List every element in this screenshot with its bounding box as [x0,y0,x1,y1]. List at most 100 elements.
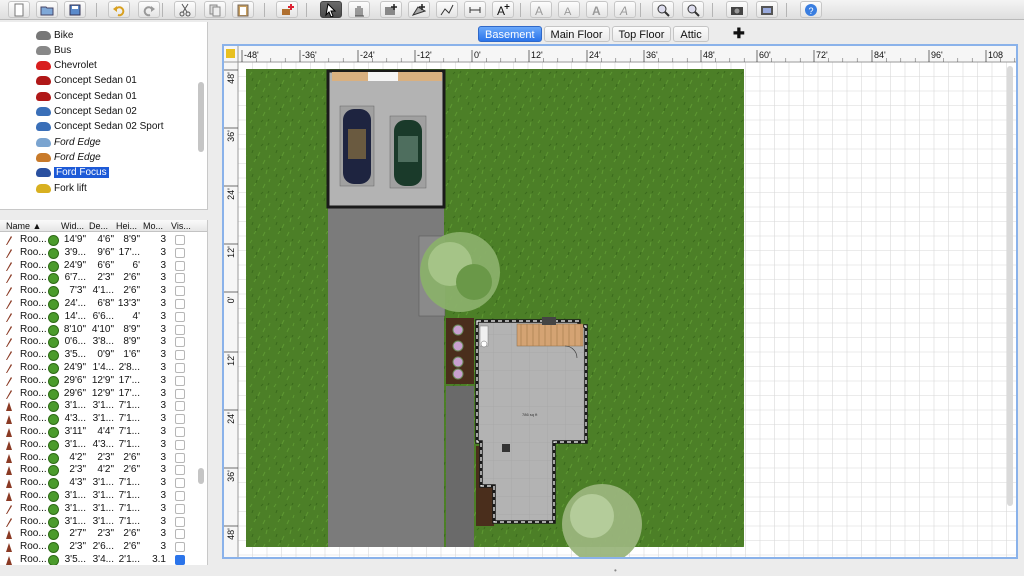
visible-checkbox[interactable] [175,529,185,540]
table-row[interactable]: Roo... 2'7" 2'3" 2'6" 3 [0,528,200,541]
create-video-button[interactable] [756,1,778,18]
visible-checkbox[interactable] [175,555,185,565]
tab-attic[interactable]: Attic [673,26,709,42]
select-pointer-button[interactable] [320,1,342,18]
table-row[interactable]: Roo... 3'1... 3'1... 7'1... 3 [0,400,200,413]
visible-checkbox[interactable] [175,439,185,450]
table-row[interactable]: Roo... 24'9" 6'6" 6' 3 [0,260,200,273]
visible-checkbox[interactable] [175,260,185,271]
cut-button[interactable] [174,1,196,18]
table-row[interactable]: Roo... 7'3" 4'1... 2'6" 3 [0,285,200,298]
tab-basement[interactable]: Basement [478,26,542,42]
column-header[interactable]: Name ▲ [6,221,41,231]
tree-north[interactable] [420,232,500,312]
copy-button[interactable] [204,1,226,18]
table-row[interactable]: Roo... 2'3" 4'2" 2'6" 3 [0,464,200,477]
visible-checkbox[interactable] [175,375,185,386]
table-row[interactable]: Roo... 3'1... 3'1... 7'1... 3 [0,516,200,529]
visible-checkbox[interactable] [175,363,185,373]
redo-button[interactable] [138,1,160,18]
column-header[interactable]: Wid... [61,221,84,231]
tab-top-floor[interactable]: Top Floor [611,26,672,42]
visible-checkbox[interactable] [175,465,185,476]
pan-hand-button[interactable] [348,1,370,18]
visible-checkbox[interactable] [175,516,185,527]
table-row[interactable]: Roo... 3'1... 3'1... 7'1... 3 [0,503,200,516]
visible-checkbox[interactable] [175,427,185,437]
help-button[interactable]: ? [800,1,822,18]
visible-checkbox[interactable] [175,247,185,258]
catalog-item[interactable]: Bus [36,43,71,57]
visible-checkbox[interactable] [175,401,185,412]
visible-checkbox[interactable] [175,273,185,284]
table-row[interactable]: Roo... 3'5... 3'4... 2'1... 3.1 [0,554,200,565]
table-row[interactable]: Roo... 3'1... 4'3... 7'1... 3 [0,439,200,452]
visible-checkbox[interactable] [175,414,185,425]
visible-checkbox[interactable] [175,286,185,297]
create-photo-button[interactable] [726,1,748,18]
side-path[interactable] [446,386,474,547]
new-file-button[interactable] [8,1,30,18]
table-row[interactable]: Roo... 3'5... 0'9" 1'6" 3 [0,349,200,362]
paste-button[interactable] [232,1,254,18]
table-row[interactable]: Roo... 4'3" 3'1... 7'1... 3 [0,477,200,490]
plan-view[interactable]: 786 sq ft -48' -36' -24' -12' 0' 12' 24' 36' 48' 6… [222,44,1018,559]
plan-vertical-scrollbar[interactable] [1007,66,1013,506]
green-sedan[interactable] [389,115,427,189]
table-row[interactable]: Roo... 0'6... 3'8... 8'9" 3 [0,336,200,349]
catalog-item[interactable]: Bike [36,28,73,42]
table-row[interactable]: Roo... 4'3... 3'1... 7'1... 3 [0,413,200,426]
table-row[interactable]: Roo... 3'9... 9'6" 17'... 3 [0,247,200,260]
save-button[interactable] [64,1,86,18]
dark-sedan[interactable] [339,105,375,187]
increase-text-button[interactable]: A [530,1,552,18]
bold-text-button[interactable]: A [586,1,608,18]
ruler-corner-lock-icon[interactable] [226,49,235,58]
visible-checkbox[interactable] [175,452,185,463]
visible-checkbox[interactable] [175,299,185,309]
column-header[interactable]: Vis... [171,221,191,231]
table-row[interactable]: Roo... 29'6" 12'9" 17'... 3 [0,388,200,401]
create-rooms-button[interactable] [408,1,430,18]
zoom-in-button[interactable] [652,1,674,18]
visible-checkbox[interactable] [175,491,185,501]
create-polylines-button[interactable] [436,1,458,18]
panel-splitter[interactable] [0,210,208,220]
create-dimensions-button[interactable] [464,1,486,18]
catalog-item[interactable]: Chevrolet [36,59,97,73]
create-walls-button[interactable] [380,1,402,18]
table-row[interactable]: Roo... 4'2" 2'3" 2'6" 3 [0,452,200,465]
decrease-text-button[interactable]: A [558,1,580,18]
italic-text-button[interactable]: A [614,1,636,18]
add-furniture-button[interactable] [276,1,298,18]
table-row[interactable]: Roo... 3'11" 4'4" 7'1... 3 [0,426,200,439]
column-header[interactable]: Mo... [143,221,163,231]
open-folder-button[interactable] [36,1,58,18]
catalog-item[interactable]: Concept Sedan 02 Sport [36,120,164,134]
table-row[interactable]: Roo... 24'... 6'8" 13'3" 3 [0,298,200,311]
visible-checkbox[interactable] [175,235,185,245]
visible-checkbox[interactable] [175,388,185,399]
visible-checkbox[interactable] [175,478,185,489]
column-header[interactable]: Hei... [116,221,137,231]
table-row[interactable]: Roo... 2'3" 2'6... 2'6" 3 [0,541,200,554]
column-header[interactable]: De... [89,221,108,231]
visible-checkbox[interactable] [175,324,185,335]
tab-main-floor[interactable]: Main Floor [543,26,610,42]
catalog-item[interactable]: Ford Edge [36,135,101,149]
catalog-item[interactable]: Ford Edge [36,150,101,164]
zoom-out-button[interactable] [682,1,704,18]
table-row[interactable]: Roo... 24'9" 1'4... 2'8... 3 [0,362,200,375]
table-row[interactable]: Roo... 29'6" 12'9" 17'... 3 [0,375,200,388]
table-row[interactable]: Roo... 8'10" 4'10" 8'9" 3 [0,324,200,337]
visible-checkbox[interactable] [175,311,185,322]
table-row[interactable]: Roo... 3'1... 3'1... 7'1... 3 [0,490,200,503]
catalog-item[interactable]: Concept Sedan 01 [36,89,137,103]
catalog-item[interactable]: Concept Sedan 02 [36,105,137,119]
add-text-button[interactable]: A [492,1,514,18]
table-row[interactable]: Roo... 6'7... 2'3" 2'6" 3 [0,272,200,285]
table-row[interactable]: Roo... 14'9" 4'6" 8'9" 3 [0,234,200,247]
add-level-button[interactable]: ✚ [733,25,745,42]
undo-button[interactable] [108,1,130,18]
catalog-scrollbar[interactable] [198,82,204,152]
